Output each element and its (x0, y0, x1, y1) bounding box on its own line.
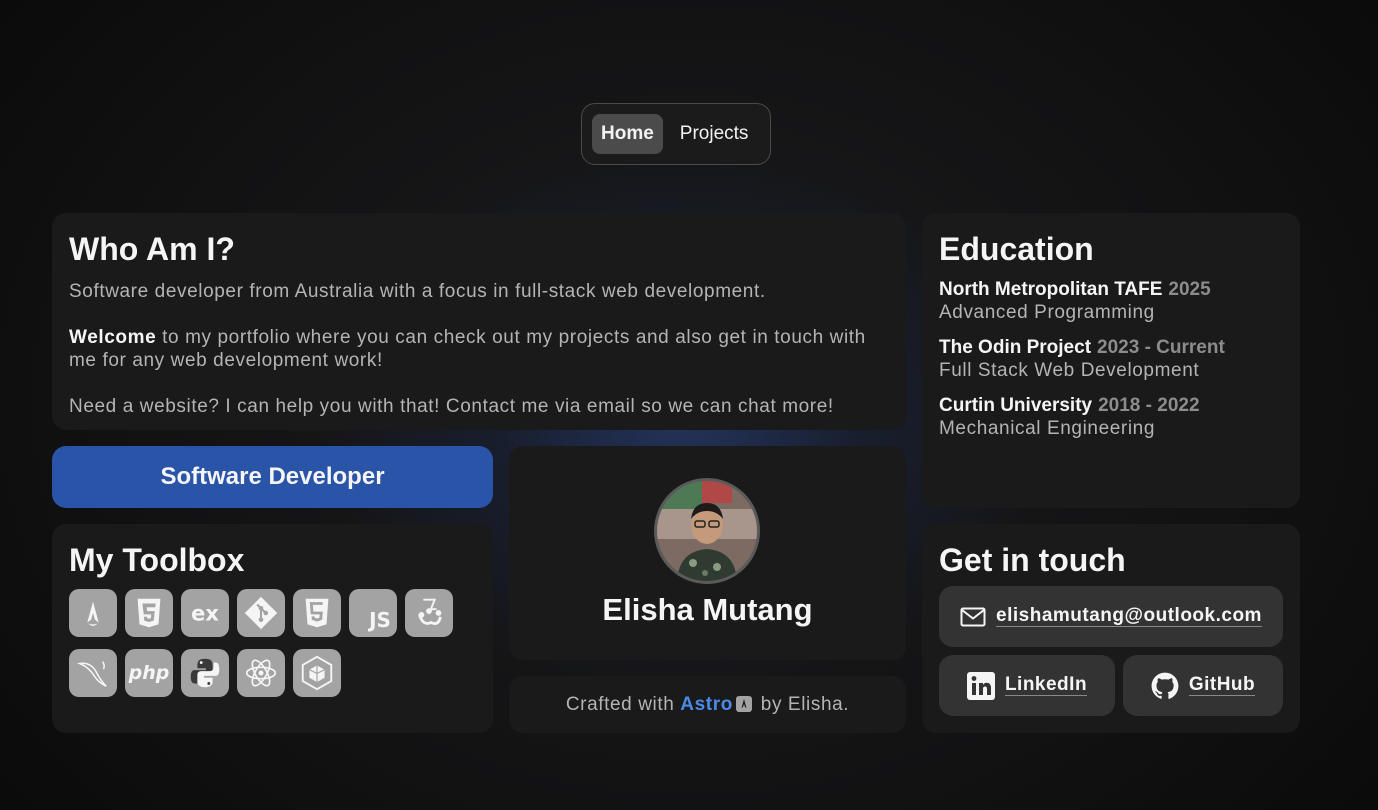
about-card: Who Am I? Software developer from Austra… (52, 213, 906, 430)
jest-icon (405, 589, 453, 637)
footer-suffix: by Elisha. (754, 694, 850, 715)
contact-card: Get in touch elishamutang@outlook.com Li… (922, 524, 1300, 733)
javascript-text: JS (369, 608, 391, 632)
astro-logo-icon (735, 696, 752, 712)
tool-grid: ex JS php (69, 589, 469, 697)
linkedin-icon (966, 671, 995, 700)
nav-home[interactable]: Home (592, 114, 663, 154)
about-welcome: Welcome to my portfolio where you can ch… (69, 326, 869, 372)
education-course: Full Stack Web Development (939, 360, 1200, 381)
astro-icon (69, 589, 117, 637)
avatar-photo (657, 481, 757, 581)
css3-icon (125, 589, 173, 637)
git-icon (237, 589, 285, 637)
education-school: North Metropolitan TAFE (939, 279, 1163, 300)
education-item: Curtin University 2018 - 2022 Mechanical … (939, 395, 1283, 440)
react-icon (237, 649, 285, 697)
education-card: Education North Metropolitan TAFE 2025 Ad… (922, 213, 1300, 508)
education-date: 2025 (1168, 279, 1211, 300)
profile-name: Elisha Mutang (602, 592, 813, 627)
avatar (654, 478, 760, 584)
javascript-icon: JS (349, 589, 397, 637)
webpack-icon (293, 649, 341, 697)
education-title: Education (939, 231, 1094, 267)
welcome-rest: to my portfolio where you can check out … (69, 327, 866, 371)
github-label[interactable]: GitHub (1188, 675, 1256, 696)
about-intro: Software developer from Australia with a… (69, 281, 766, 302)
education-date: 2023 - Current (1097, 337, 1225, 358)
nav-projects[interactable]: Projects (671, 114, 758, 154)
welcome-bold: Welcome (69, 327, 157, 348)
email-address[interactable]: elishamutang@outlook.com (996, 606, 1262, 627)
mysql-icon (69, 649, 117, 697)
php-icon: php (125, 649, 173, 697)
email-button[interactable]: elishamutang@outlook.com (939, 586, 1283, 647)
toolbox-card: My Toolbox ex JS php (52, 524, 493, 733)
education-item: North Metropolitan TAFE 2025 Advanced Pro… (939, 279, 1283, 324)
role-banner: Software Developer (52, 446, 493, 508)
profile-card: Elisha Mutang (509, 446, 906, 660)
astro-link[interactable]: Astro (680, 694, 733, 715)
linkedin-button[interactable]: LinkedIn (939, 655, 1115, 716)
education-school: Curtin University (939, 395, 1093, 416)
contact-title: Get in touch (939, 542, 1126, 578)
python-icon (181, 649, 229, 697)
about-cta: Need a website? I can help you with that… (69, 396, 834, 417)
elixir-icon: ex (181, 589, 229, 637)
about-title: Who Am I? (69, 231, 235, 267)
svg-text:ex: ex (191, 602, 219, 626)
education-item: The Odin Project 2023 - Current Full Stac… (939, 337, 1283, 382)
php-text: php (128, 662, 170, 684)
main-nav: Home Projects (581, 103, 771, 165)
education-date: 2018 - 2022 (1098, 395, 1200, 416)
education-course: Mechanical Engineering (939, 418, 1155, 439)
footer-prefix: Crafted with (565, 694, 681, 715)
footer-card: Crafted with Astro by Elisha. (509, 676, 906, 733)
education-school: The Odin Project (939, 337, 1092, 358)
github-icon (1151, 672, 1179, 699)
mail-icon (960, 607, 986, 626)
html5-icon (293, 589, 341, 637)
toolbox-title: My Toolbox (69, 542, 245, 578)
github-button[interactable]: GitHub (1123, 655, 1283, 716)
education-course: Advanced Programming (939, 302, 1155, 323)
linkedin-label[interactable]: LinkedIn (1004, 675, 1088, 696)
